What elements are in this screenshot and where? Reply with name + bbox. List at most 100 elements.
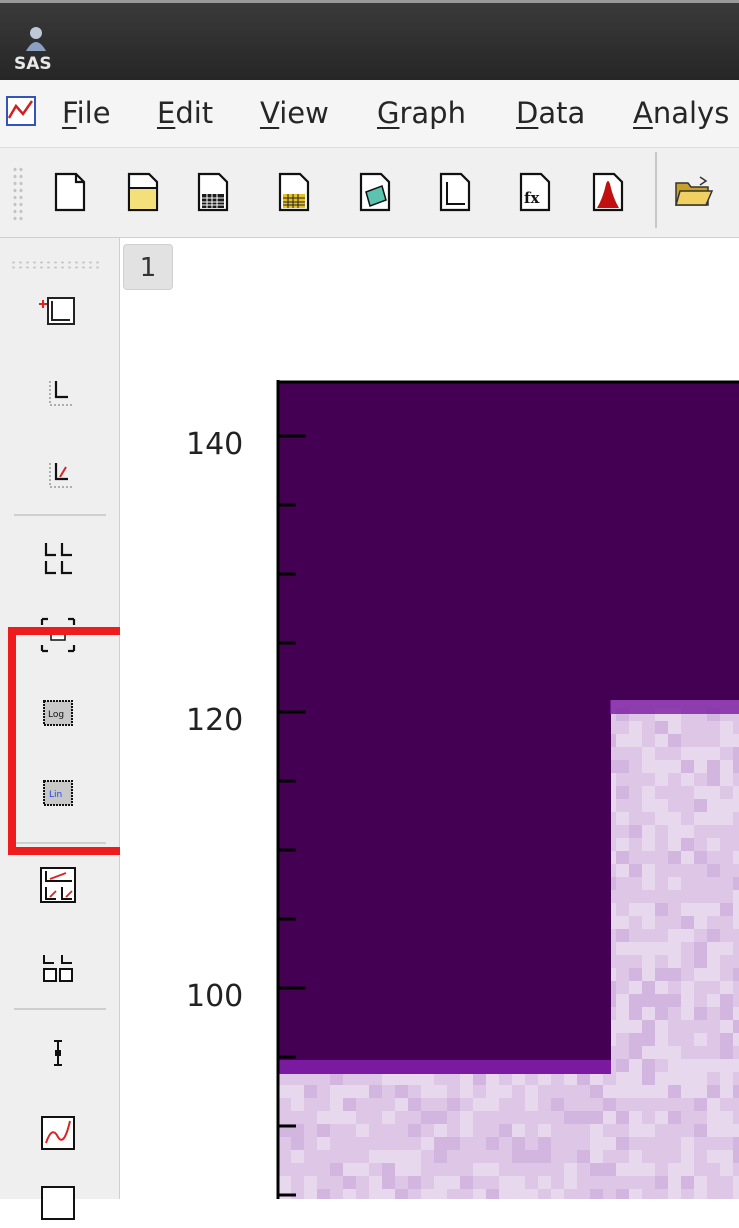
heatmap-cell — [642, 799, 655, 812]
heatmap-cell — [642, 838, 655, 851]
menu-view-mnemonic: V — [260, 96, 280, 130]
heatmap-cell — [681, 773, 694, 786]
menu-view[interactable]: View — [260, 94, 329, 132]
heatmap-cell — [629, 864, 642, 877]
heatmap-cell — [694, 1007, 707, 1020]
heatmap-cell — [733, 916, 739, 929]
heatmap-cell — [655, 1085, 668, 1098]
heatmap-cell — [681, 1059, 694, 1072]
heatmap-cell — [655, 734, 668, 747]
heatmap-cell — [707, 942, 720, 955]
multi-axis-icon[interactable] — [30, 534, 86, 584]
add-axis-icon[interactable] — [30, 286, 86, 336]
menu-data[interactable]: Data — [516, 94, 585, 132]
heatmap-cell — [681, 838, 694, 851]
main-toolbar: fx — [0, 148, 739, 238]
heatmap-cell — [655, 994, 668, 1007]
menu-file[interactable]: File — [62, 94, 111, 132]
heatmap-cell — [668, 812, 681, 825]
heatmap-cell — [512, 1150, 525, 1163]
heatmap-cell — [551, 1098, 564, 1111]
menu-bar: File Edit View Graph Data Analys — [0, 80, 739, 148]
curve-fit-icon[interactable] — [30, 1108, 86, 1158]
heatmap-cell — [694, 968, 707, 981]
heatmap-cell — [629, 942, 642, 955]
heatmap-cell — [720, 1163, 733, 1176]
heatmap-cell — [655, 773, 668, 786]
error-bar-icon[interactable] — [30, 1028, 86, 1078]
heatmap-cell — [616, 929, 629, 942]
menu-edit-mnemonic: E — [157, 96, 176, 130]
heatmap-cell — [629, 721, 642, 734]
heatmap-cell — [642, 1124, 655, 1137]
heatmap-cell — [616, 851, 629, 864]
heatmap-cell — [538, 1124, 551, 1137]
heatmap-cell — [564, 1111, 577, 1124]
heatmap-cell — [655, 1046, 668, 1059]
axis-plot-icon[interactable] — [30, 368, 86, 418]
heatmap-cell — [616, 760, 629, 773]
yellow-table-icon[interactable] — [270, 168, 318, 216]
heatmap-cell — [720, 1007, 733, 1020]
heatmap-cell — [733, 1124, 739, 1137]
new-file-icon[interactable] — [46, 168, 94, 216]
curve-fit-icon-2[interactable] — [30, 1178, 86, 1228]
heatmap-cell — [681, 903, 694, 916]
heatmap-cell — [668, 1046, 681, 1059]
sidebar-separator — [14, 514, 106, 516]
heatmap-cell — [434, 1111, 447, 1124]
heatmap-cell — [629, 1150, 642, 1163]
heatmap-cell — [629, 1059, 642, 1072]
heatmap-cell — [720, 1150, 733, 1163]
heatmap-plot[interactable] — [120, 238, 739, 1199]
heatmap-cell — [707, 1124, 720, 1137]
heatmap-cell — [733, 1085, 739, 1098]
heatmap-cell — [395, 1098, 408, 1111]
data-view-icon[interactable] — [351, 168, 399, 216]
heatmap-cell — [720, 1059, 733, 1072]
heatmap-cell — [486, 1085, 499, 1098]
histogram-icon[interactable] — [584, 168, 632, 216]
toolbar-grip[interactable] — [12, 166, 24, 222]
heatmap-cell — [343, 1176, 356, 1189]
menu-graph[interactable]: Graph — [377, 94, 466, 132]
heatmap-cell — [395, 1163, 408, 1176]
table-icon[interactable] — [189, 168, 237, 216]
heatmap-cell — [408, 1124, 421, 1137]
menu-analysis[interactable]: Analys — [633, 94, 729, 132]
heatmap-cell — [603, 1163, 616, 1176]
heatmap-cell — [460, 1111, 473, 1124]
heatmap-cell — [382, 1111, 395, 1124]
heatmap-cell — [694, 1189, 707, 1199]
heatmap-cell — [629, 1046, 642, 1059]
heatmap-cell — [668, 1085, 681, 1098]
heatmap-cell — [668, 721, 681, 734]
axis-fit-icon[interactable] — [30, 450, 86, 500]
heatmap-cell — [408, 1098, 421, 1111]
heatmap-cell — [590, 1150, 603, 1163]
heatmap-cell — [564, 1176, 577, 1189]
grid-layout-icon[interactable] — [30, 944, 86, 994]
heatmap-cell — [486, 1137, 499, 1150]
heatmap-cell — [707, 812, 720, 825]
open-icon[interactable] — [670, 168, 718, 216]
heatmap-cell — [694, 1072, 707, 1085]
fx-function-icon[interactable]: fx — [511, 168, 559, 216]
heatmap-cell — [408, 1163, 421, 1176]
heatmap-cell — [616, 734, 629, 747]
heatmap-cell — [291, 1085, 304, 1098]
heatmap-cell — [317, 1137, 330, 1150]
heatmap-cell — [694, 786, 707, 799]
heatmap-cell — [720, 1020, 733, 1033]
heatmap-cell — [629, 968, 642, 981]
menu-edit[interactable]: Edit — [157, 94, 213, 132]
heatmap-cell — [733, 1176, 739, 1189]
sidebar-grip[interactable] — [10, 260, 102, 270]
multi-fit-icon[interactable] — [30, 860, 86, 910]
new-folder-file-icon[interactable] — [119, 168, 167, 216]
plot-icon[interactable] — [431, 168, 479, 216]
heatmap-cell — [486, 1098, 499, 1111]
heatmap-cell — [655, 1033, 668, 1046]
heatmap-cell — [486, 1163, 499, 1176]
heatmap-cell — [642, 1007, 655, 1020]
